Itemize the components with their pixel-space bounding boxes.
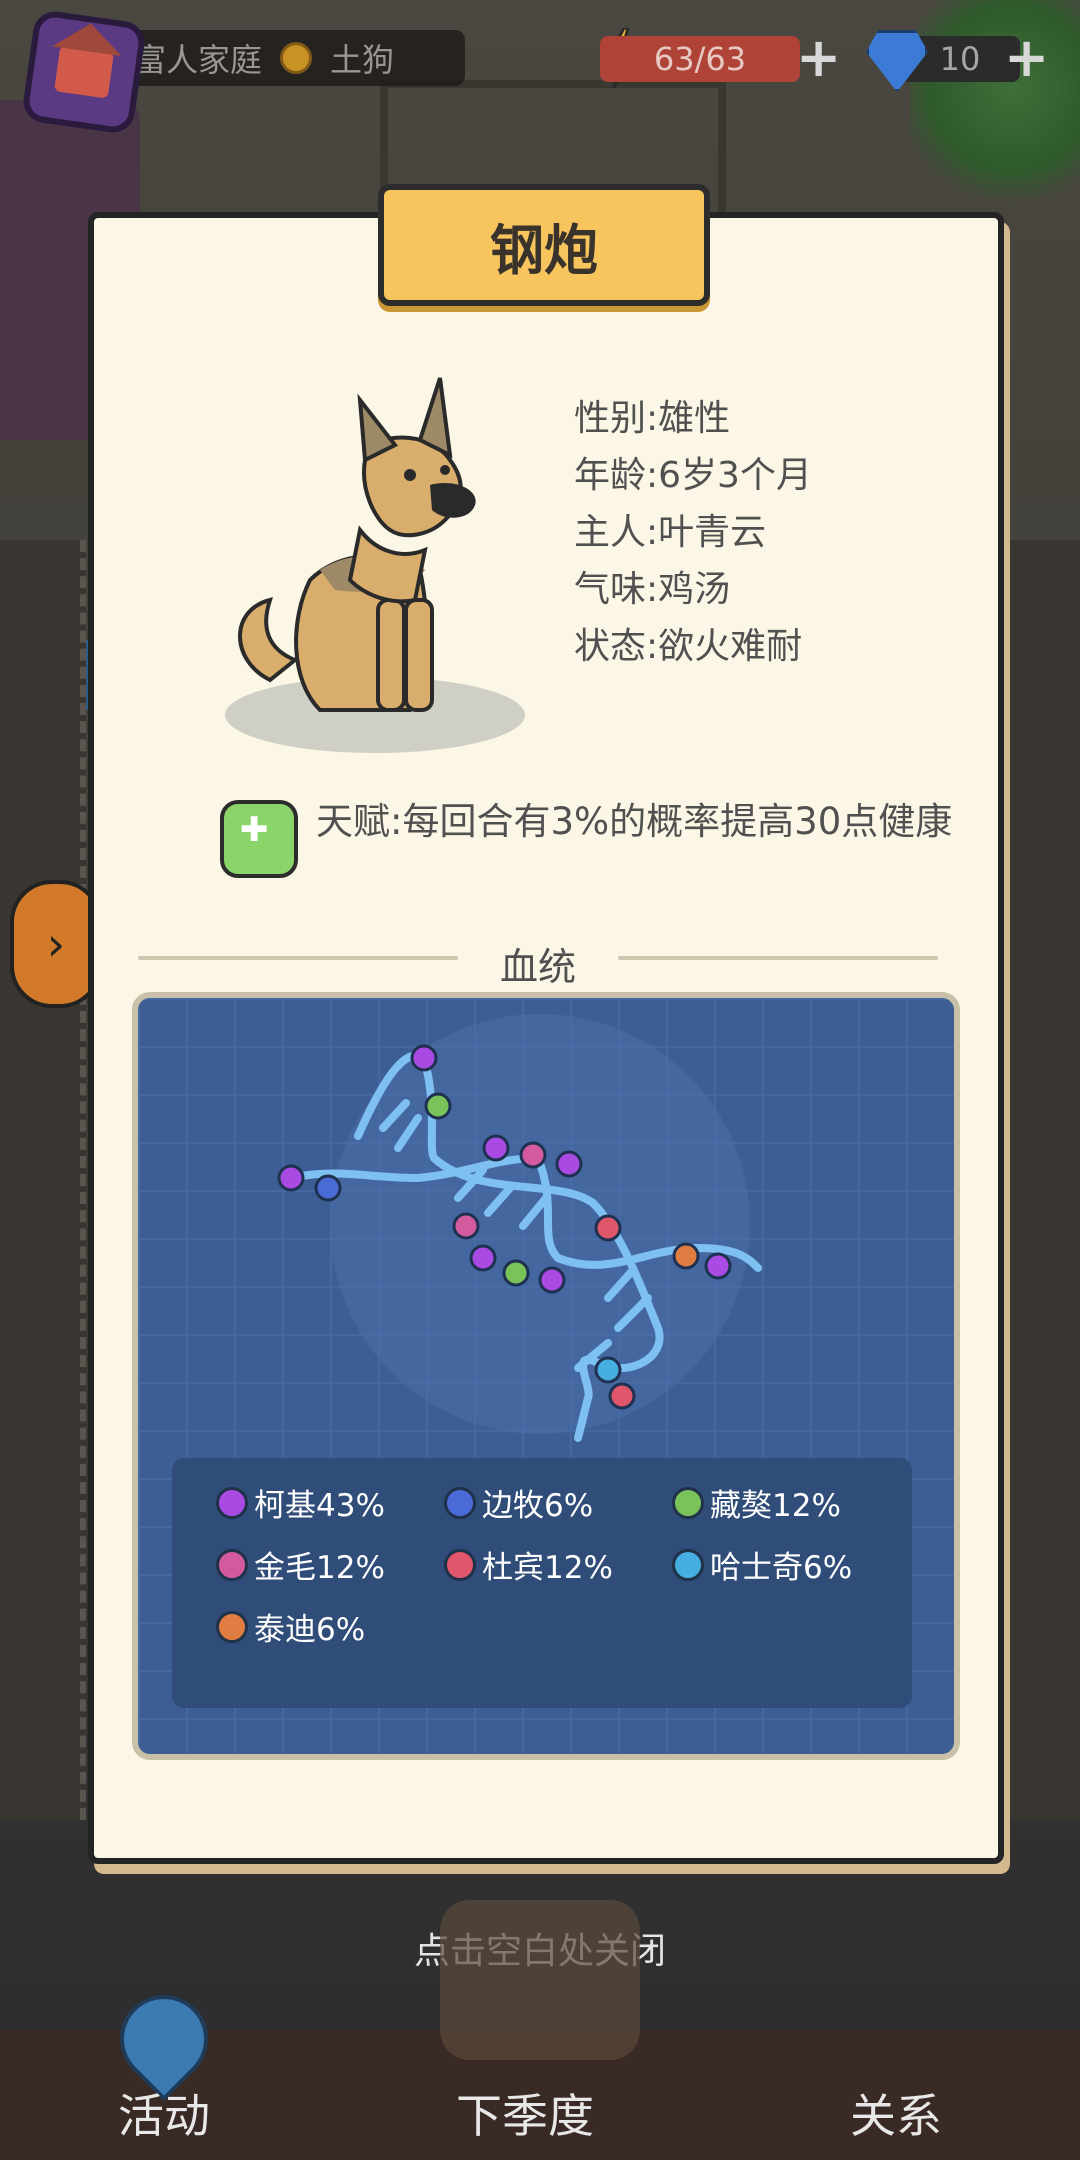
gem-icon <box>866 30 928 92</box>
home-button[interactable] <box>20 8 148 136</box>
legend-item-border-collie: 边牧6% <box>444 1480 593 1525</box>
next-season-button[interactable]: 下季度 <box>456 2080 594 2146</box>
activity-button[interactable]: 活动 <box>118 2080 210 2146</box>
legend-label-mastiff: 藏獒12% <box>710 1488 841 1524</box>
dna-node-9 <box>502 1259 530 1287</box>
dna-node-2 <box>277 1164 305 1192</box>
dna-node-7 <box>452 1212 480 1240</box>
gender-line: 性别:雄性 <box>574 398 731 439</box>
dna-node-1 <box>424 1092 452 1120</box>
talent-row: 天赋:每回合有3%的概率提高30点健康 <box>220 800 960 878</box>
legend-label-husky: 哈士奇6% <box>710 1550 853 1586</box>
talent-text: 天赋:每回合有3%的概率提高30点健康 <box>316 800 953 843</box>
medal-icon <box>280 42 313 74</box>
energy-value: 63/63 <box>653 40 747 78</box>
left-side-panel <box>0 540 86 1820</box>
lineage-heading: 血统 <box>138 936 938 989</box>
top-hud: 富人家庭 土狗 63/63 + 10 + <box>0 8 1080 136</box>
right-side-panel <box>994 540 1080 1820</box>
add-energy-plus-icon[interactable]: + <box>796 31 841 85</box>
legend-item-husky: 哈士奇6% <box>672 1542 852 1587</box>
dog-name-banner: 钢炮 <box>378 184 710 306</box>
gift-icon <box>220 800 298 878</box>
legend-item-doberman: 杜宾12% <box>444 1542 613 1587</box>
dna-node-12 <box>672 1242 700 1270</box>
legend-label-corgi: 柯基43% <box>254 1488 385 1524</box>
status-line: 状态:欲火难耐 <box>574 626 803 667</box>
dog-info-list: 性别:雄性 年龄:6岁3个月 主人:叶青云 气味:鸡汤 状态:欲火难耐 <box>574 390 954 675</box>
add-gems-plus-icon[interactable]: + <box>1004 31 1049 85</box>
dna-node-6 <box>555 1150 583 1178</box>
dna-node-5 <box>519 1141 547 1169</box>
family-label: 富人家庭 <box>134 41 263 79</box>
legend-dot-corgi <box>216 1486 248 1519</box>
dog-illustration <box>225 377 525 753</box>
age-line: 年龄:6岁3个月 <box>574 455 812 496</box>
legend-label-doberman: 杜宾12% <box>482 1550 613 1586</box>
divider-right <box>618 956 938 960</box>
lineage-legend: 柯基43% 边牧6% 藏獒12% 金毛12% 杜宾12% 哈士奇6% 泰迪6% <box>172 1458 912 1708</box>
family-status-pill[interactable]: 富人家庭 土狗 <box>100 30 465 86</box>
legend-dot-husky <box>672 1548 704 1581</box>
legend-dot-teddy <box>216 1610 248 1643</box>
lineage-title: 血统 <box>499 945 576 989</box>
legend-label-golden: 金毛12% <box>254 1550 385 1586</box>
legend-dot-doberman <box>444 1548 476 1581</box>
legend-item-teddy: 泰迪6% <box>216 1604 365 1649</box>
energy-bar: 63/63 <box>600 36 800 82</box>
dna-node-13 <box>704 1252 732 1280</box>
smell-line: 气味:鸡汤 <box>574 569 731 610</box>
dna-node-14 <box>594 1356 622 1384</box>
divider-left <box>138 956 458 960</box>
dog-name: 钢炮 <box>490 218 598 282</box>
legend-item-mastiff: 藏獒12% <box>672 1480 841 1525</box>
legend-item-corgi: 柯基43% <box>216 1480 385 1525</box>
legend-dot-mastiff <box>672 1486 704 1519</box>
legend-label-border-collie: 边牧6% <box>482 1488 594 1524</box>
dna-node-0 <box>410 1044 438 1072</box>
house-icon <box>54 45 114 99</box>
dna-node-10 <box>538 1266 566 1294</box>
legend-label-teddy: 泰迪6% <box>254 1612 366 1648</box>
relations-button[interactable]: 关系 <box>850 2080 942 2146</box>
dna-node-11 <box>594 1214 622 1242</box>
dna-node-15 <box>608 1382 636 1410</box>
dna-node-8 <box>469 1244 497 1272</box>
dna-node-4 <box>482 1134 510 1162</box>
legend-item-golden: 金毛12% <box>216 1542 385 1587</box>
paw-button-icon[interactable] <box>440 1900 640 2060</box>
rank-label: 土狗 <box>330 41 395 79</box>
legend-dot-border-collie <box>444 1486 476 1519</box>
dna-panel: 柯基43% 边牧6% 藏獒12% 金毛12% 杜宾12% 哈士奇6% 泰迪6% <box>132 992 960 1760</box>
owner-line: 主人:叶青云 <box>574 512 767 553</box>
dna-node-3 <box>314 1174 342 1202</box>
legend-dot-golden <box>216 1548 248 1581</box>
gem-value: 10 <box>939 40 981 78</box>
